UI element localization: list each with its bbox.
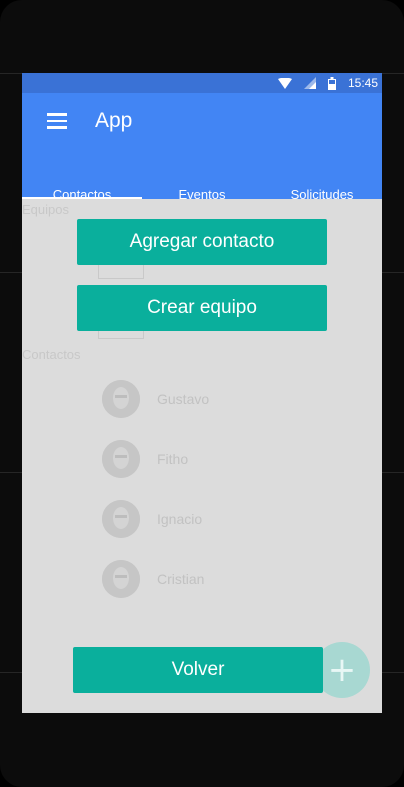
frame-divider: [0, 672, 22, 673]
app-screen: 15:45 App Contactos Eventos Solicitudes …: [22, 73, 382, 713]
frame-divider: [382, 472, 404, 473]
teams-section-label: Equipos: [22, 202, 69, 217]
contact-list-item[interactable]: Ignacio: [102, 499, 202, 539]
status-time: 15:45: [347, 76, 378, 90]
frame-divider: [0, 472, 22, 473]
phone-frame: 15:45 App Contactos Eventos Solicitudes …: [0, 0, 404, 787]
hamburger-menu-icon[interactable]: [47, 113, 67, 129]
frame-divider: [0, 73, 22, 74]
contact-name: Gustavo: [157, 391, 210, 407]
frame-divider: [0, 272, 22, 273]
battery-icon: [327, 76, 336, 90]
status-bar: 15:45: [22, 73, 382, 93]
contacts-section-label: Contactos: [22, 347, 81, 362]
contact-list-item[interactable]: Cristian: [102, 559, 204, 599]
tab-indicator: [22, 197, 142, 199]
contact-name: Ignacio: [157, 511, 203, 527]
app-title: App: [95, 109, 133, 132]
contact-list-item[interactable]: Gustavo: [102, 379, 209, 419]
contact-name: Cristian: [157, 571, 205, 587]
frame-divider: [382, 672, 404, 673]
avatar: [102, 560, 140, 598]
wifi-icon: [277, 77, 292, 89]
plus-icon: +: [327, 650, 357, 690]
avatar: [102, 500, 140, 538]
avatar: [102, 440, 140, 478]
app-bar: App Contactos Eventos Solicitudes: [22, 93, 382, 202]
tab-bar: Contactos Eventos Solicitudes: [22, 187, 382, 211]
tab-eventos[interactable]: Eventos: [142, 187, 262, 211]
avatar: [102, 380, 140, 418]
tab-solicitudes[interactable]: Solicitudes: [262, 187, 382, 211]
create-team-button[interactable]: Crear equipo: [77, 285, 327, 331]
frame-divider: [382, 73, 404, 74]
signal-icon: [303, 77, 316, 89]
contact-name: Fitho: [157, 451, 189, 467]
contact-list-item[interactable]: Fitho: [102, 439, 188, 479]
back-button[interactable]: Volver: [73, 647, 323, 693]
frame-divider: [382, 272, 404, 273]
add-contact-button[interactable]: Agregar contacto: [77, 219, 327, 265]
